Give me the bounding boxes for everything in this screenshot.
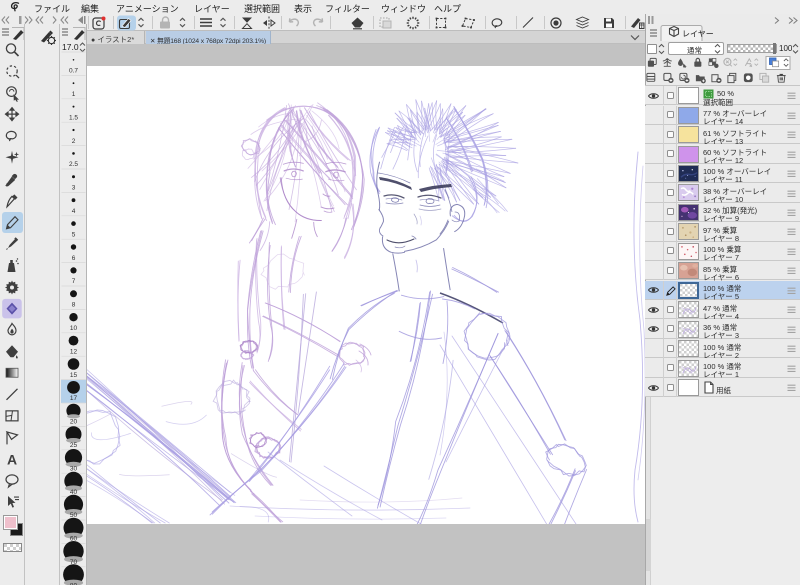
svg-text:2.5: 2.5 [69,161,78,168]
svg-text:17: 17 [70,395,78,402]
svg-text:7: 7 [72,278,76,285]
svg-text:25: 25 [70,442,78,449]
svg-text:A: A [7,451,17,467]
svg-text:15: 15 [70,372,78,379]
svg-text:30: 30 [70,465,78,472]
svg-text:3: 3 [72,185,76,192]
svg-text:1.5: 1.5 [69,114,78,121]
svg-text:6: 6 [72,255,76,262]
svg-text:0.7: 0.7 [69,68,78,75]
svg-text:40: 40 [70,489,78,496]
svg-text:5: 5 [72,231,76,238]
svg-text:10: 10 [70,325,78,332]
svg-text:8: 8 [72,302,76,309]
svg-text:レイヤー: レイヤー [682,30,714,39]
svg-text:4: 4 [72,208,76,215]
svg-text:1: 1 [72,91,76,98]
svg-text:20: 20 [70,419,78,426]
svg-text:2: 2 [72,138,76,145]
svg-text:12: 12 [70,348,78,355]
